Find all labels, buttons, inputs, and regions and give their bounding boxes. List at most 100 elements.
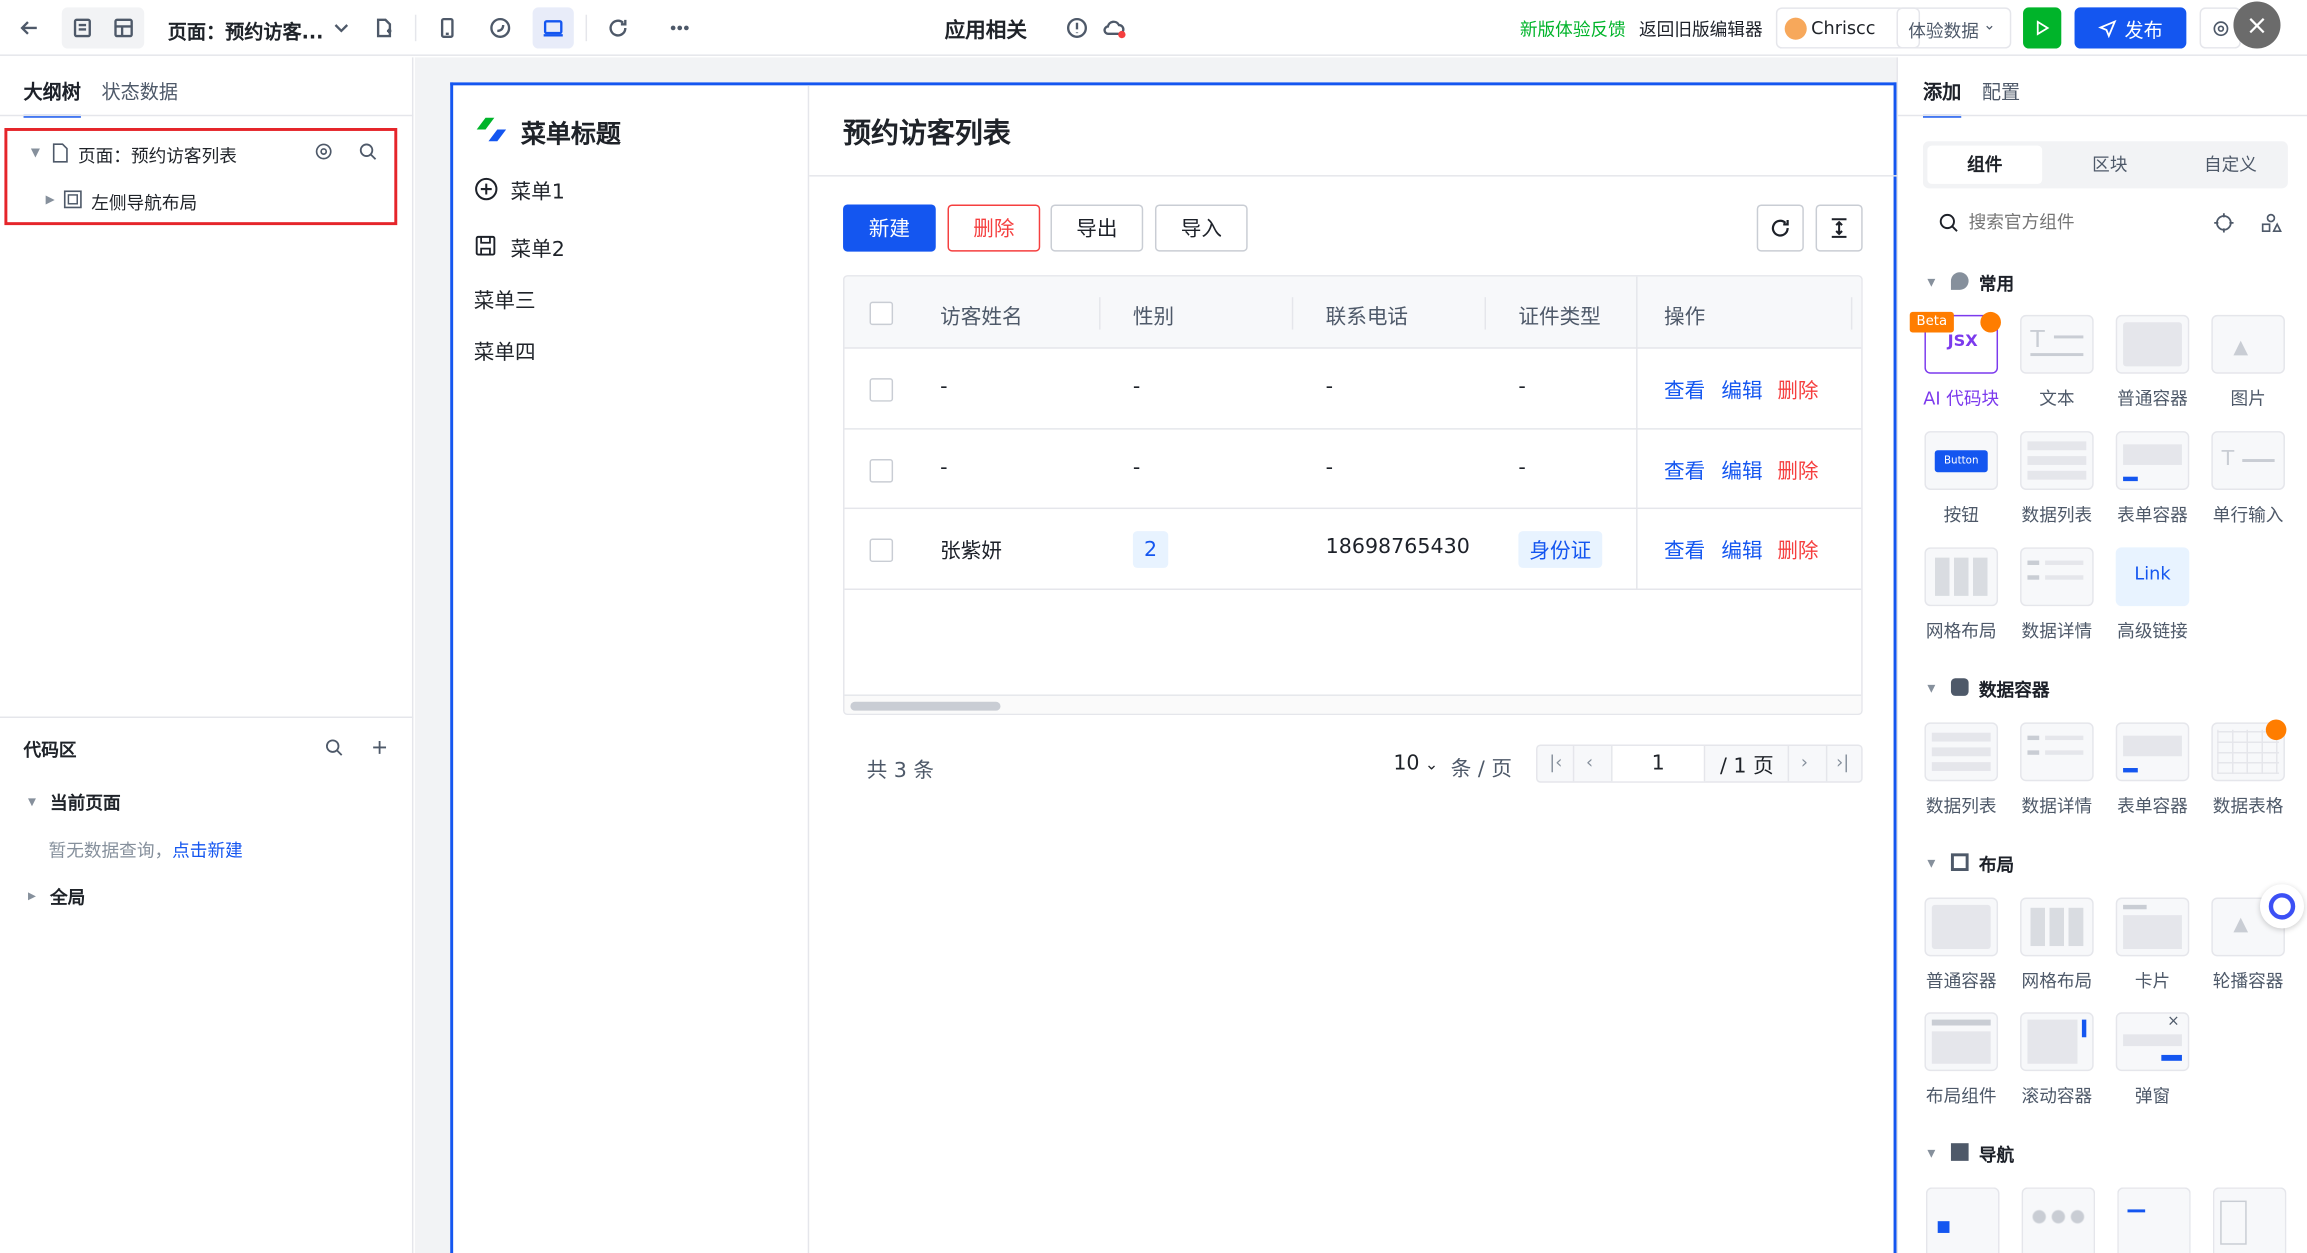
nav-menu-component[interactable] — [2212, 1187, 2287, 1253]
menu-item-1[interactable]: 菜单1 — [511, 177, 565, 206]
scrollbar-thumb[interactable] — [850, 701, 1001, 711]
export-button[interactable]: 导出 — [1050, 204, 1144, 252]
edit-link[interactable]: 编辑 — [1721, 536, 1762, 565]
menu-item-3[interactable]: 菜单三 — [474, 285, 536, 314]
new-button[interactable]: 新建 — [843, 204, 936, 252]
page-size-select[interactable]: 10 ⌄ — [1393, 752, 1438, 776]
seg-blocks[interactable]: 区块 — [2052, 146, 2167, 184]
layout-view-icon[interactable] — [103, 7, 144, 48]
row-checkbox[interactable] — [869, 459, 894, 483]
add-page-icon[interactable] — [363, 7, 404, 48]
view-link[interactable]: 查看 — [1664, 536, 1705, 565]
caret-down-icon[interactable]: ▼ — [1927, 277, 1935, 289]
global-node[interactable]: 全局 — [50, 884, 85, 909]
comp-scroll-container[interactable]: 滚动容器 — [2011, 1012, 2102, 1108]
tree-page-node[interactable]: 页面：预约访客列表 — [78, 143, 237, 168]
comp-form-container[interactable]: 表单容器 — [2107, 431, 2198, 527]
current-page-node[interactable]: 当前页面 — [50, 790, 121, 815]
comp-form-container[interactable]: 表单容器 — [2107, 722, 2198, 818]
back-old-editor-link[interactable]: 返回旧版编辑器 — [1639, 16, 1763, 41]
comp-modal[interactable]: × 弹窗 — [2107, 1012, 2198, 1108]
back-arrow-icon[interactable] — [9, 7, 50, 48]
select-all-checkbox[interactable] — [869, 301, 894, 326]
comp-grid-layout[interactable]: 网格布局 — [2011, 897, 2102, 993]
target-icon[interactable] — [2213, 212, 2235, 234]
info-icon[interactable] — [1056, 7, 1097, 48]
caret-down-icon[interactable]: ▼ — [1927, 1148, 1935, 1160]
row-checkbox[interactable] — [869, 378, 894, 402]
delete-link[interactable]: 删除 — [1777, 536, 1818, 565]
menu-item-2[interactable]: 菜单2 — [511, 234, 565, 263]
miniapp-icon[interactable] — [480, 7, 521, 48]
comp-button[interactable]: Button 按钮 — [1916, 431, 2007, 527]
comp-single-input[interactable]: T 单行输入 — [2203, 431, 2294, 527]
page-selector-label[interactable]: 页面：预约访客... — [168, 16, 324, 44]
comp-data-detail[interactable]: 数据详情 — [2011, 547, 2102, 643]
import-button[interactable]: 导入 — [1154, 204, 1248, 252]
next-page-icon[interactable]: › — [1801, 752, 1808, 773]
refresh-icon[interactable] — [597, 7, 638, 48]
comp-data-list[interactable]: 数据列表 — [1916, 722, 2007, 818]
tree-layout-node[interactable]: 左侧导航布局 — [91, 190, 197, 215]
view-link[interactable]: 查看 — [1664, 456, 1705, 485]
page-input[interactable]: 1 — [1611, 745, 1706, 782]
comp-container[interactable]: 普通容器 — [2107, 314, 2198, 411]
component-search-input[interactable] — [1968, 205, 2175, 239]
comp-layout[interactable]: 布局组件 — [1916, 1012, 2007, 1108]
nav-tabs-component[interactable] — [2117, 1187, 2191, 1253]
comp-data-list[interactable]: 数据列表 — [2011, 431, 2102, 527]
plus-icon[interactable] — [369, 737, 390, 758]
first-page-icon[interactable]: |‹ — [1549, 752, 1562, 773]
comp-card[interactable]: 卡片 — [2107, 897, 2198, 993]
gear-icon[interactable] — [313, 141, 334, 162]
row-checkbox[interactable] — [869, 538, 894, 563]
view-link[interactable]: 查看 — [1664, 375, 1705, 404]
comp-advanced-link[interactable]: Link 高级链接 — [2107, 547, 2198, 643]
caret-right-icon[interactable]: ▶ — [28, 890, 36, 902]
comp-image[interactable]: ▲ 图片 — [2203, 314, 2294, 411]
seg-custom[interactable]: 自定义 — [2173, 146, 2288, 184]
comp-container[interactable]: 普通容器 — [1916, 897, 2007, 993]
edit-link[interactable]: 编辑 — [1721, 375, 1762, 404]
data-select[interactable]: 体验数据 ⌄ — [1896, 7, 2012, 49]
comp-data-detail[interactable]: 数据详情 — [2011, 722, 2102, 818]
caret-down-icon[interactable]: ▼ — [1927, 683, 1935, 695]
chevron-down-icon[interactable] — [321, 7, 362, 48]
tab-config[interactable]: 配置 — [1982, 77, 2020, 104]
assistant-icon[interactable] — [2259, 884, 2305, 929]
caret-down-icon[interactable]: ▼ — [31, 146, 40, 159]
comp-text[interactable]: T 文本 — [2011, 314, 2102, 411]
page-view-icon[interactable] — [62, 7, 103, 48]
feedback-link[interactable]: 新版体验反馈 — [1520, 16, 1626, 41]
more-icon[interactable] — [659, 7, 700, 48]
tab-add[interactable]: 添加 — [1922, 77, 1962, 118]
row-height-button[interactable] — [1815, 204, 1863, 252]
tab-state-data[interactable]: 状态数据 — [102, 77, 179, 104]
desktop-icon[interactable] — [533, 7, 574, 48]
tab-outline[interactable]: 大纲树 — [23, 77, 81, 118]
create-query-link[interactable]: 点击新建 — [172, 837, 243, 862]
horizontal-scrollbar[interactable] — [844, 694, 1862, 714]
delete-link[interactable]: 删除 — [1777, 456, 1818, 485]
nav-tabbar-component[interactable] — [1925, 1187, 2000, 1253]
last-page-icon[interactable]: ›| — [1836, 752, 1849, 773]
table-refresh-button[interactable] — [1756, 204, 1804, 252]
caret-down-icon[interactable]: ▼ — [28, 796, 36, 808]
nav-steps-component[interactable] — [2021, 1187, 2096, 1253]
shapes-icon[interactable] — [2260, 212, 2282, 234]
menu-item-4[interactable]: 菜单四 — [474, 337, 536, 366]
delete-button[interactable]: 删除 — [947, 204, 1041, 252]
caret-down-icon[interactable]: ▼ — [1927, 858, 1935, 870]
publish-button[interactable]: 发布 — [2074, 7, 2187, 49]
search-icon[interactable] — [358, 141, 379, 162]
edit-link[interactable]: 编辑 — [1721, 456, 1762, 485]
run-button[interactable] — [2023, 7, 2062, 49]
page-frame[interactable]: 菜单标题 菜单1 菜单2 菜单三 菜单四 预约访客列表 新建 删除 导出 导入 … — [450, 82, 1897, 1253]
prev-page-icon[interactable]: ‹ — [1586, 752, 1593, 773]
delete-link[interactable]: 删除 — [1777, 375, 1818, 404]
caret-right-icon[interactable]: ▶ — [46, 193, 55, 206]
close-icon[interactable]: × — [2233, 1, 2281, 49]
mobile-icon[interactable] — [427, 7, 468, 48]
search-icon[interactable] — [324, 737, 345, 758]
seg-components[interactable]: 组件 — [1927, 145, 2043, 184]
